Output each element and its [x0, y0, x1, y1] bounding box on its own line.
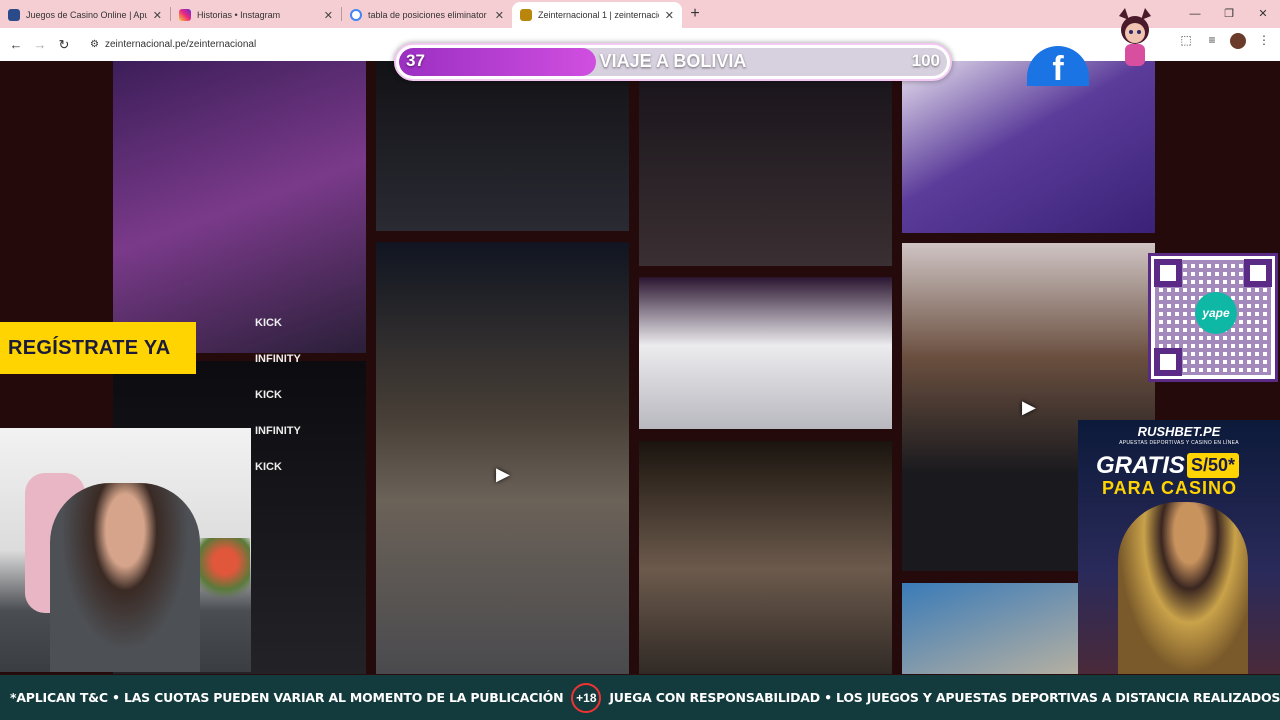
ad-subtitle: APUESTAS DEPORTIVAS Y CASINO EN LÍNEA — [1119, 440, 1239, 446]
browser-tab-strip: Juegos de Casino Online | Apu ✕ Historia… — [0, 0, 1280, 28]
gallery-photo-legs-floor[interactable] — [639, 61, 892, 266]
url-text: zeinternacional.pe/zeinternacional — [104, 39, 257, 50]
register-now-banner[interactable]: REGÍSTRATE YA — [0, 322, 196, 374]
ticker-right-text: JUEGA CON RESPONSABILIDAD • LOS JUEGOS Y… — [609, 690, 1280, 705]
progress-goal-value: 100 — [911, 51, 940, 70]
reading-list-icon[interactable]: ≡ — [1204, 33, 1220, 49]
brand-label: KICK — [255, 317, 282, 329]
menu-kebab-icon[interactable]: ⋮ — [1256, 33, 1272, 49]
google-favicon-icon — [350, 9, 362, 21]
yape-qr-code: yape — [1148, 253, 1278, 382]
brand-label: INFINITY — [255, 425, 301, 437]
flower-decoration — [200, 538, 250, 618]
tab-title: tabla de posiciones eliminator — [368, 10, 487, 20]
qr-finder-bottom-left — [1154, 348, 1182, 376]
address-bar[interactable]: ⚙ zeinternacional.pe/zeinternacional — [84, 32, 394, 57]
tab-google-search[interactable]: tabla de posiciones eliminator ✕ — [342, 2, 512, 28]
progress-goal-title: VIAJE A BOLIVIA — [599, 51, 747, 71]
gallery-photo-crowd-feet[interactable] — [376, 61, 629, 231]
play-icon[interactable]: ▶ — [1022, 397, 1036, 418]
new-tab-button[interactable]: + — [682, 5, 708, 23]
forward-arrow-icon[interactable]: → — [28, 37, 52, 52]
disclaimer-ticker: *APLICAN T&C • LAS CUOTAS PUEDEN VARIAR … — [0, 675, 1280, 720]
close-window-icon[interactable]: ✕ — [1246, 0, 1280, 28]
tab-title: Juegos de Casino Online | Apu — [26, 10, 147, 20]
instagram-favicon-icon — [179, 9, 191, 21]
brand-label: KICK — [255, 461, 282, 473]
ad-amount: S/50* — [1187, 453, 1240, 478]
reload-icon[interactable]: ↻ — [52, 37, 76, 53]
close-icon[interactable]: ✕ — [324, 9, 333, 22]
streamer-webcam — [0, 428, 251, 672]
qr-finder-top-left — [1154, 259, 1182, 287]
tab-title: Zeinternacional 1 | zeinternacion — [538, 10, 659, 20]
window-controls: — ❐ ✕ — [1178, 0, 1280, 28]
casino-favicon-icon — [8, 9, 20, 21]
ad-gratis: GRATIS — [1096, 452, 1185, 479]
rushbet-ad[interactable]: RUSHBET.PE APUESTAS DEPORTIVAS Y CASINO … — [1078, 420, 1280, 674]
gallery-photo-casters-desk[interactable] — [639, 277, 892, 429]
close-icon[interactable]: ✕ — [665, 9, 674, 22]
gallery-photo-couple[interactable] — [639, 441, 892, 674]
profile-avatar[interactable] — [1230, 33, 1246, 49]
anime-cat-girl-mascot-icon — [1119, 8, 1151, 66]
minimize-icon[interactable]: — — [1178, 0, 1212, 28]
extensions-icon[interactable]: ⬚ — [1178, 33, 1194, 49]
zeinternacional-favicon-icon — [520, 9, 532, 21]
play-icon[interactable]: ▶ — [496, 464, 510, 485]
back-arrow-icon[interactable]: ← — [4, 37, 28, 52]
brand-label: KICK — [255, 389, 282, 401]
ad-brand: RUSHBET.PE — [1137, 424, 1221, 439]
ticker-left-text: *APLICAN T&C • LAS CUOTAS PUEDEN VARIAR … — [10, 690, 564, 705]
yape-logo-icon: yape — [1195, 292, 1237, 334]
close-icon[interactable]: ✕ — [495, 9, 504, 22]
restore-icon[interactable]: ❐ — [1212, 0, 1246, 28]
tab-instagram[interactable]: Historias • Instagram ✕ — [171, 2, 341, 28]
toolbar-right: ⬚ ≡ ⋮ — [1178, 33, 1272, 49]
tab-title: Historias • Instagram — [197, 10, 281, 20]
qr-finder-top-right — [1244, 259, 1272, 287]
ad-casino: PARA CASINO — [1102, 478, 1238, 498]
brand-label: INFINITY — [255, 353, 301, 365]
age-18-badge: +18 — [571, 682, 602, 713]
gallery-photo-jersey[interactable] — [902, 61, 1155, 233]
tab-casino[interactable]: Juegos de Casino Online | Apu ✕ — [0, 2, 170, 28]
gallery-video-crowd[interactable]: ▶ — [376, 242, 629, 674]
brand-wall-labels: KICK INFINITY KICK INFINITY KICK — [255, 305, 365, 485]
site-info-icon[interactable]: ⚙ — [90, 39, 99, 50]
streamer — [50, 483, 200, 672]
close-icon[interactable]: ✕ — [153, 9, 162, 22]
goal-progress-bar: 37 VIAJE A BOLIVIA 100 — [394, 43, 952, 81]
ad-model-image — [1118, 502, 1248, 674]
tab-zeinternacional[interactable]: Zeinternacional 1 | zeinternacion ✕ — [512, 2, 682, 28]
